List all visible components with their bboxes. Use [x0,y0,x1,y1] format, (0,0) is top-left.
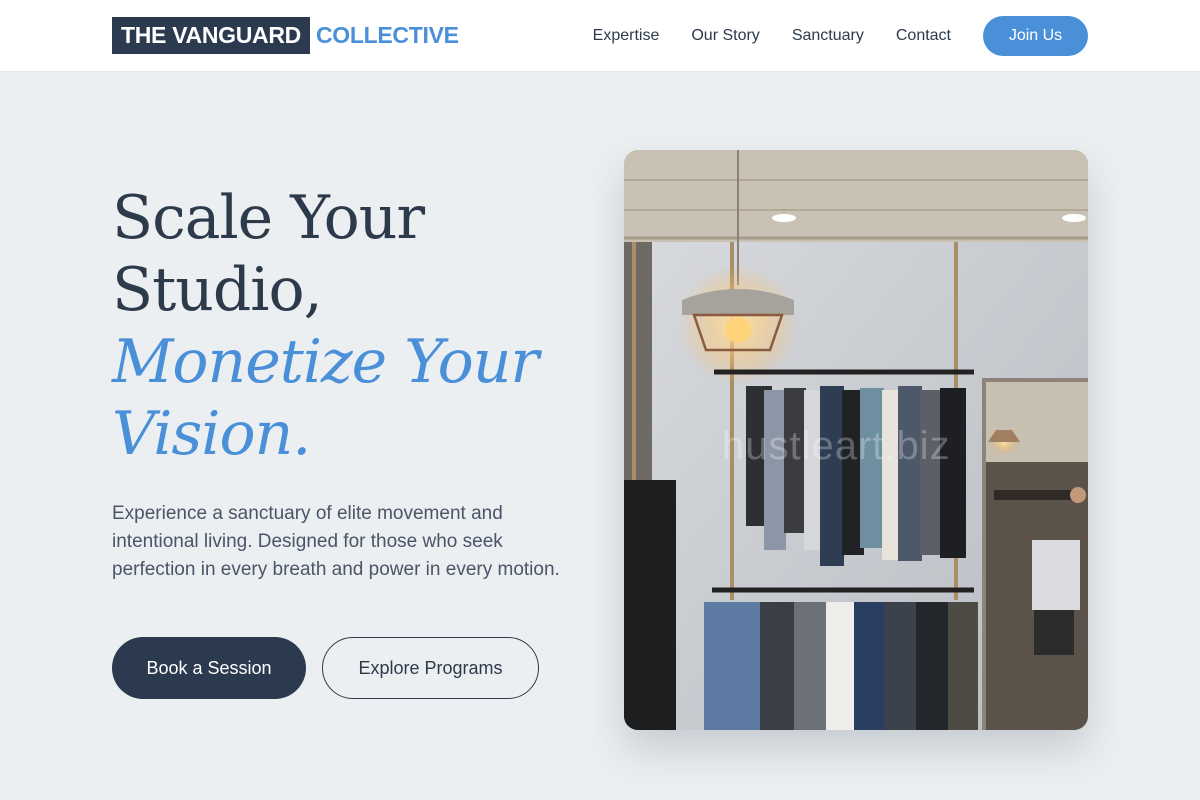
hero-image: hustleart.biz [624,150,1088,730]
book-session-button[interactable]: Book a Session [112,637,306,699]
headline-accent-line-1: Monetize Your [112,327,539,397]
hero-intro: Experience a sanctuary of elite movement… [112,503,560,580]
nav-link-expertise[interactable]: Expertise [593,27,660,45]
image-watermark: hustleart.biz [722,424,951,468]
site-header: THE VANGUARD COLLECTIVE Expertise Our St… [0,0,1200,72]
explore-programs-button[interactable]: Explore Programs [322,637,539,699]
hero-copy: Scale Your Studio, Monetize Your Vision.… [112,182,582,584]
nav-link-sanctuary[interactable]: Sanctuary [792,27,864,45]
hero-cta-group: Book a Session Explore Programs [112,637,539,699]
headline-line-2: Studio, [112,255,323,325]
logo-light-text: COLLECTIVE [315,22,459,48]
join-us-button[interactable]: Join Us [983,16,1088,56]
brand-logo[interactable]: THE VANGUARD COLLECTIVE [112,17,459,54]
nav-link-contact[interactable]: Contact [896,27,951,45]
logo-dark-text: THE VANGUARD [112,17,310,54]
nav-link-our-story[interactable]: Our Story [691,27,759,45]
headline-line-1: Scale Your [112,183,425,253]
hero-headline: Scale Your Studio, Monetize Your Vision. [112,182,582,470]
headline-accent-line-2: Vision. [112,399,311,469]
main-nav: Expertise Our Story Sanctuary Contact Jo… [560,0,1088,72]
